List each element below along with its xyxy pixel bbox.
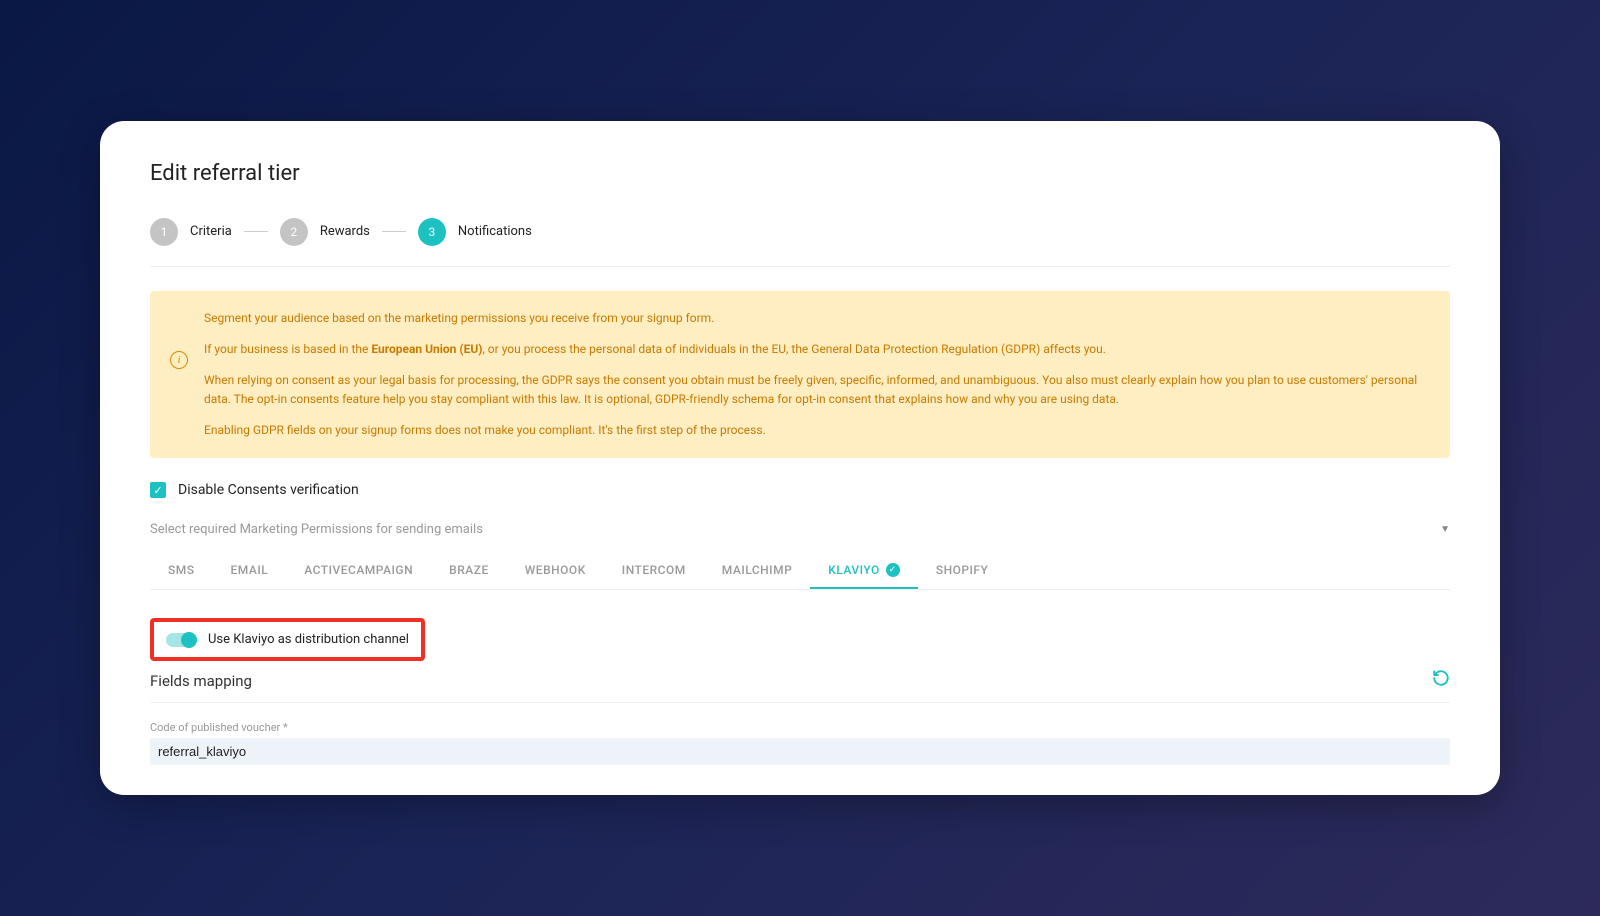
field-label: Code of published voucher * xyxy=(150,721,1450,734)
alert-p1: Segment your audience based on the marke… xyxy=(204,309,1430,328)
stepper: 1 Criteria 2 Rewards 3 Notifications xyxy=(150,218,1450,267)
tab-shopify[interactable]: SHOPIFY xyxy=(918,553,1007,589)
chevron-down-icon: ▼ xyxy=(1440,524,1450,535)
main-card: Edit referral tier 1 Criteria 2 Rewards … xyxy=(100,121,1500,796)
info-icon: i xyxy=(170,351,188,369)
alert-content: Segment your audience based on the marke… xyxy=(204,309,1430,441)
disable-consents-row: ✓ Disable Consents verification xyxy=(150,482,1450,498)
section-title: Fields mapping xyxy=(150,672,252,690)
tab-sms[interactable]: SMS xyxy=(150,553,213,589)
step-circle: 3 xyxy=(418,218,446,246)
tab-activecampaign[interactable]: ACTIVECAMPAIGN xyxy=(286,553,431,589)
toggle-label: Use Klaviyo as distribution channel xyxy=(208,632,409,647)
step-connector xyxy=(244,231,268,232)
fields-mapping-header: Fields mapping xyxy=(150,669,1450,703)
toggle-knob xyxy=(181,632,197,648)
step-circle: 2 xyxy=(280,218,308,246)
step-connector xyxy=(382,231,406,232)
tab-webhook[interactable]: WEBHOOK xyxy=(507,553,604,589)
step-rewards[interactable]: 2 Rewards xyxy=(280,218,370,246)
alert-p2: If your business is based in the Europea… xyxy=(204,340,1430,359)
alert-p3: When relying on consent as your legal ba… xyxy=(204,371,1430,409)
step-notifications[interactable]: 3 Notifications xyxy=(418,218,532,246)
disable-consents-label: Disable Consents verification xyxy=(178,482,359,498)
marketing-permissions-select[interactable]: Select required Marketing Permissions fo… xyxy=(150,522,1450,541)
step-label: Notifications xyxy=(458,224,532,239)
tab-intercom[interactable]: INTERCOM xyxy=(604,553,704,589)
tab-klaviyo[interactable]: KLAVIYO ✓ xyxy=(810,553,918,589)
voucher-code-input[interactable] xyxy=(150,738,1450,765)
check-badge-icon: ✓ xyxy=(886,563,900,577)
tab-email[interactable]: EMAIL xyxy=(213,553,287,589)
page-title: Edit referral tier xyxy=(150,161,1450,186)
select-placeholder: Select required Marketing Permissions fo… xyxy=(150,522,483,537)
step-label: Rewards xyxy=(320,224,370,239)
tab-mailchimp[interactable]: MAILCHIMP xyxy=(704,553,810,589)
step-circle: 1 xyxy=(150,218,178,246)
reset-icon[interactable] xyxy=(1432,669,1450,692)
step-label: Criteria xyxy=(190,224,232,239)
use-klaviyo-toggle[interactable] xyxy=(166,633,196,647)
alert-p4: Enabling GDPR fields on your signup form… xyxy=(204,421,1430,440)
highlighted-toggle-box: Use Klaviyo as distribution channel xyxy=(150,618,425,661)
gdpr-alert: i Segment your audience based on the mar… xyxy=(150,291,1450,459)
tab-braze[interactable]: BRAZE xyxy=(431,553,507,589)
channel-tabs: SMS EMAIL ACTIVECAMPAIGN BRAZE WEBHOOK I… xyxy=(150,553,1450,590)
step-criteria[interactable]: 1 Criteria xyxy=(150,218,232,246)
voucher-code-field-group: Code of published voucher * xyxy=(150,721,1450,765)
disable-consents-checkbox[interactable]: ✓ xyxy=(150,482,166,498)
